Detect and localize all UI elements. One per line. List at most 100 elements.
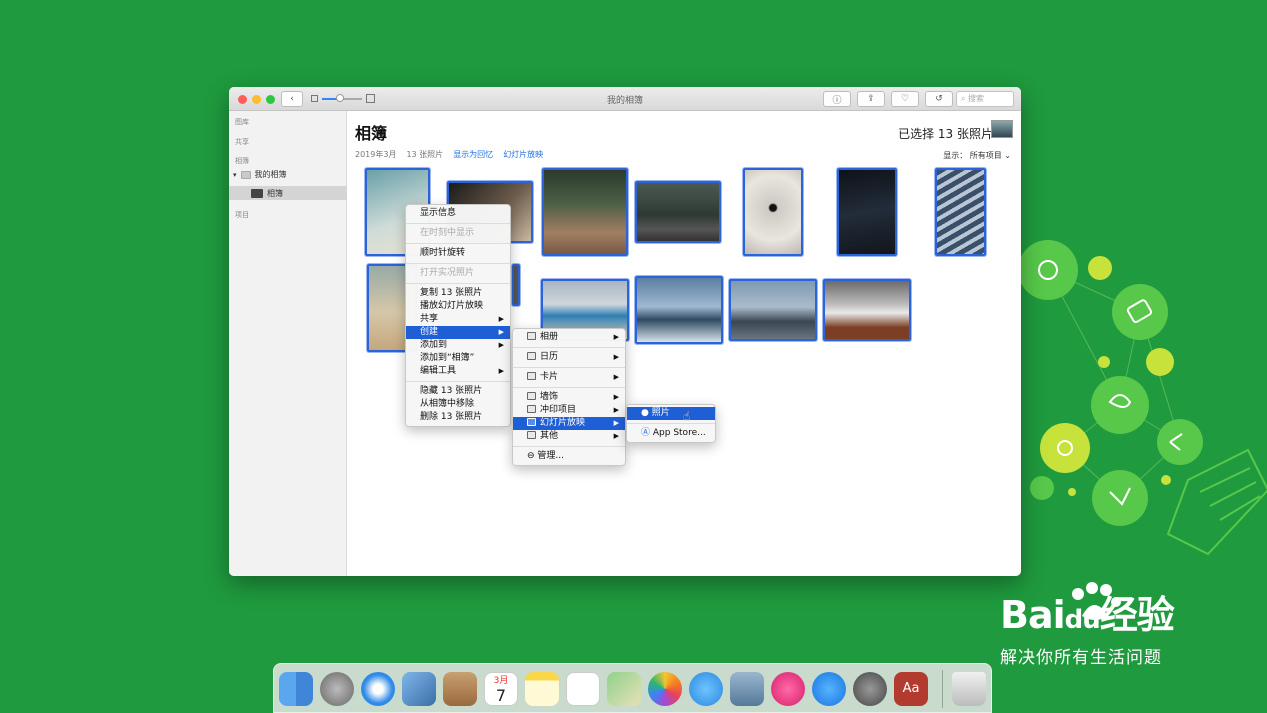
- slideshow-submenu: ● 照片 Ⓐ App Store...: [626, 404, 716, 443]
- decorative-graphic: [1018, 230, 1267, 560]
- submenu-arrow-icon: ▶: [498, 341, 504, 349]
- photo-thumbnail[interactable]: [542, 168, 628, 256]
- menu-item-calendar[interactable]: 日历 ▶: [513, 351, 625, 364]
- minus-circle-icon: ⊖: [527, 451, 538, 461]
- show-as-memory-link[interactable]: 显示为回忆: [453, 149, 493, 160]
- sidebar-selection-highlight: [229, 186, 347, 200]
- show-filter[interactable]: 显示： 所有项目 ⌄: [943, 150, 1011, 161]
- notes-icon[interactable]: [525, 672, 559, 706]
- menu-item-rotate-clockwise[interactable]: 顺时针旋转: [406, 247, 510, 260]
- submenu-arrow-icon: ▶: [613, 353, 619, 361]
- slideshow-link[interactable]: 幻灯片放映: [503, 149, 543, 160]
- menu-item-manage[interactable]: ⊖ 管理...: [513, 450, 625, 463]
- menu-item-wall-decor[interactable]: 墙饰 ▶: [513, 391, 625, 404]
- submenu-arrow-icon: ▶: [613, 393, 619, 401]
- share-icon: ⇪: [867, 94, 875, 104]
- menu-item-copy-photos[interactable]: 复制 13 张照片: [406, 287, 510, 300]
- share-button[interactable]: ⇪: [857, 91, 885, 107]
- slideshow-icon: [527, 418, 536, 426]
- favorite-button[interactable]: ♡: [891, 91, 919, 107]
- menu-item-other[interactable]: 其他 ▶: [513, 430, 625, 443]
- dictionary-icon[interactable]: Aa: [894, 672, 928, 706]
- disclosure-triangle-icon[interactable]: ▾: [233, 171, 237, 179]
- baidu-watermark: Baidu经验 解决你所有生活问题: [1000, 582, 1250, 674]
- card-icon: [527, 372, 536, 380]
- photos-app-icon: ●: [641, 408, 652, 418]
- wall-decor-icon: [527, 392, 536, 400]
- contacts-icon[interactable]: [443, 672, 477, 706]
- menu-item-app-store[interactable]: Ⓐ App Store...: [627, 427, 715, 440]
- menu-item-show-in-moments: 在时刻中显示: [420, 228, 475, 238]
- mail-icon[interactable]: [402, 672, 436, 706]
- prints-icon: [527, 405, 536, 413]
- info-button[interactable]: ⓘ: [823, 91, 851, 107]
- rotate-button[interactable]: ↺: [925, 91, 953, 107]
- sidebar: 图库 共享 相簿 ▾ 我的相簿 相簿 项目: [229, 111, 347, 576]
- photo-thumbnail[interactable]: [823, 279, 911, 341]
- menu-item-book[interactable]: 相册 ▶: [513, 331, 625, 344]
- music-icon[interactable]: [771, 672, 805, 706]
- book-icon: [527, 332, 536, 340]
- menu-item-show-info[interactable]: 显示信息: [406, 207, 510, 220]
- chevron-down-icon: ⌄: [1004, 151, 1011, 160]
- safari-icon[interactable]: [361, 672, 395, 706]
- calendar-icon: [527, 352, 536, 360]
- sidebar-item-album[interactable]: 相簿: [251, 188, 283, 199]
- menu-item-slideshow[interactable]: 幻灯片放映 ▶: [513, 417, 625, 430]
- finder-icon[interactable]: [279, 672, 313, 706]
- other-icon: [527, 431, 536, 439]
- photos-icon[interactable]: [648, 672, 682, 706]
- image-capture-icon[interactable]: [730, 672, 764, 706]
- launchpad-icon[interactable]: [320, 672, 354, 706]
- search-field[interactable]: ⌕ 搜索: [956, 91, 1014, 107]
- title-bar: ‹ 我的相簿 ⓘ ⇪ ♡ ↺ ⌕ 搜索: [229, 87, 1021, 111]
- album-date: 2019年3月: [355, 150, 397, 159]
- menu-item-share[interactable]: 共享 ▶: [406, 313, 510, 326]
- menu-item-remove-from-album[interactable]: 从相簿中移除: [406, 398, 510, 411]
- submenu-arrow-icon: ▶: [613, 432, 619, 440]
- photo-thumbnail[interactable]: [837, 168, 897, 256]
- create-submenu: 相册 ▶ 日历 ▶ 卡片 ▶ 墙饰 ▶ 冲印项目 ▶ 幻灯片放映 ▶ 其他 ▶ ⊖ 管理...: [512, 328, 626, 466]
- menu-item-add-to-album[interactable]: 添加到“相簿”: [406, 352, 510, 365]
- photo-thumbnail[interactable]: [743, 168, 803, 256]
- menu-item-play-slideshow[interactable]: 播放幻灯片放映: [406, 300, 510, 313]
- system-preferences-icon[interactable]: [853, 672, 887, 706]
- menu-item-create[interactable]: 创建 ▶: [406, 326, 510, 339]
- sidebar-header-albums[interactable]: 相簿: [235, 156, 249, 166]
- submenu-arrow-icon: ▶: [498, 328, 504, 336]
- sidebar-header-shared[interactable]: 共享: [235, 137, 249, 147]
- trash-icon[interactable]: [952, 672, 986, 706]
- messages-icon[interactable]: [689, 672, 723, 706]
- dock: 3月 7 Aa: [273, 663, 992, 713]
- menu-item-edit-tools[interactable]: 编辑工具 ▶: [406, 365, 510, 378]
- baidu-slogan: 解决你所有生活问题: [1000, 648, 1162, 668]
- menu-item-prints[interactable]: 冲印项目 ▶: [513, 404, 625, 417]
- maps-icon[interactable]: [607, 672, 641, 706]
- mouse-cursor-icon: ☝: [683, 409, 691, 423]
- info-icon: ⓘ: [832, 95, 842, 106]
- photo-thumbnail[interactable]: [635, 181, 721, 243]
- sidebar-header-projects[interactable]: 项目: [235, 210, 249, 220]
- folder-icon: [240, 170, 251, 179]
- search-placeholder: 搜索: [968, 94, 985, 103]
- photo-thumbnail[interactable]: [935, 168, 986, 256]
- menu-item-card[interactable]: 卡片 ▶: [513, 371, 625, 384]
- page-title: 相簿: [355, 124, 388, 143]
- sidebar-item-my-albums[interactable]: ▾ 我的相簿: [233, 169, 287, 180]
- reminders-icon[interactable]: [566, 672, 600, 706]
- submenu-arrow-icon: ▶: [613, 333, 619, 341]
- calendar-app-icon[interactable]: 3月 7: [484, 672, 518, 706]
- photo-thumbnail-edge[interactable]: [512, 264, 520, 306]
- submenu-arrow-icon: ▶: [613, 419, 619, 427]
- heart-icon: ♡: [900, 94, 910, 104]
- menu-item-delete-photos[interactable]: 删除 13 张照片: [406, 411, 510, 424]
- photo-count: 13 张照片: [406, 150, 444, 159]
- app-store-dock-icon[interactable]: [812, 672, 846, 706]
- submenu-arrow-icon: ▶: [613, 406, 619, 414]
- menu-item-hide-photos[interactable]: 隐藏 13 张照片: [406, 385, 510, 398]
- photo-thumbnail[interactable]: [729, 279, 817, 341]
- menu-item-add-to[interactable]: 添加到 ▶: [406, 339, 510, 352]
- menu-item-photos-app[interactable]: ● 照片: [627, 407, 715, 420]
- sidebar-header-library[interactable]: 图库: [235, 117, 249, 127]
- photo-thumbnail[interactable]: [635, 276, 723, 344]
